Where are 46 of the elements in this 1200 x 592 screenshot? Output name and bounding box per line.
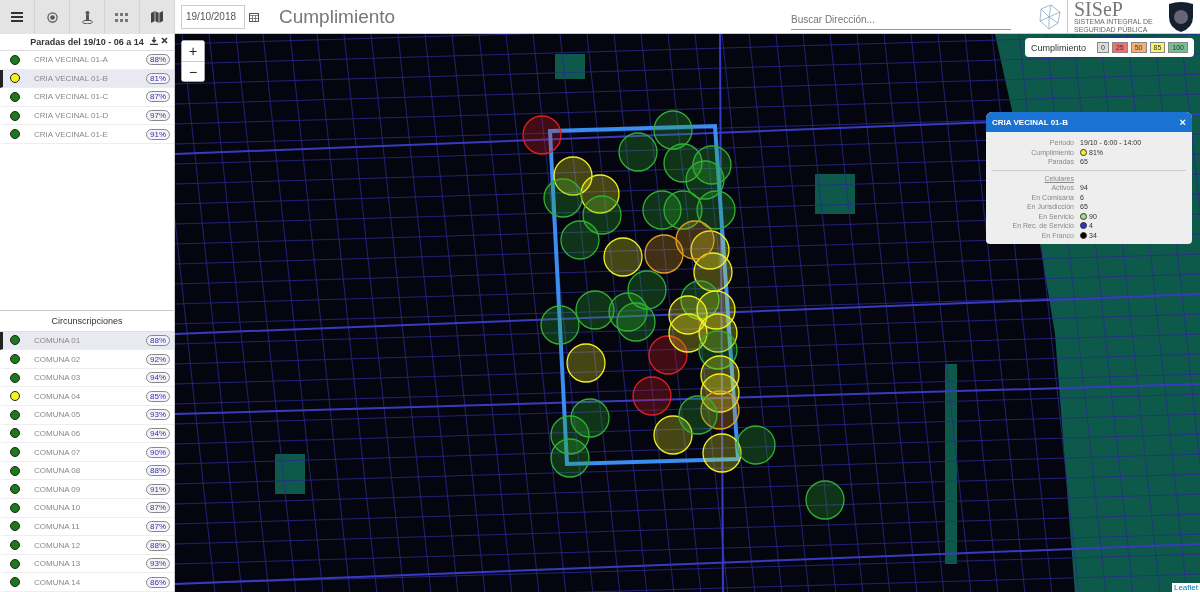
close-button[interactable]: × (1179, 116, 1186, 128)
percent-badge: 93% (146, 409, 170, 421)
toolbar-button[interactable] (70, 0, 105, 34)
calendar-icon (249, 11, 259, 22)
percent-badge: 93% (146, 558, 170, 570)
dots-grid-icon (115, 12, 129, 22)
map-icon (151, 11, 163, 23)
attribution-link[interactable]: Leaflet (1171, 583, 1200, 592)
target-icon (46, 11, 58, 23)
date-field[interactable]: 19/10/2018 (181, 4, 245, 29)
percent-badge: 86% (146, 576, 170, 588)
person-pin-icon (81, 10, 93, 24)
percent-badge: 87% (146, 91, 170, 103)
percent-badge: 85% (146, 390, 170, 402)
shield-badge-icon (1166, 0, 1196, 33)
percent-badge: 88% (146, 335, 170, 346)
percent-badge: 87% (146, 502, 170, 514)
zoom-out-button[interactable]: − (182, 61, 204, 81)
legend-title: Cumplimiento (1031, 42, 1086, 53)
toolbar-button[interactable] (0, 0, 35, 34)
menu-icon (11, 12, 23, 22)
percent-badge: 81% (146, 72, 170, 84)
popup-title: CRIA VECINAL 01-B (992, 117, 1068, 127)
close-icon[interactable] (161, 37, 168, 44)
download-icon[interactable] (150, 37, 158, 45)
percent-badge: 92% (146, 353, 170, 365)
percent-badge: 88% (146, 539, 170, 551)
percent-badge: 88% (146, 465, 170, 477)
network-logo-icon (1037, 2, 1063, 31)
list-item[interactable]: CRIA VECINAL 01-C 87% (0, 88, 174, 107)
percent-badge: 97% (146, 110, 170, 122)
percent-badge: 91% (146, 483, 170, 495)
percent-badge: 90% (146, 446, 170, 458)
logo-name: SISeP (1074, 0, 1123, 18)
list-item[interactable]: CRIA VECINAL 01-A 88% (0, 51, 174, 70)
percent-badge: 94% (146, 427, 170, 439)
list-item[interactable]: COMUNA 10 87% (0, 499, 174, 518)
percent-badge: 88% (146, 54, 170, 66)
list-item[interactable]: COMUNA 05 93% (0, 406, 174, 425)
toolbar-button[interactable] (140, 0, 175, 34)
percent-badge: 87% (146, 520, 170, 532)
page-title: Cumplimiento (279, 5, 396, 28)
percent-badge: 94% (146, 372, 170, 384)
percent-badge: 91% (146, 128, 170, 140)
panel-title: Paradas del 19/10 - 06 a 14 (30, 37, 144, 47)
panel-title: Circunscripciones (51, 315, 123, 326)
